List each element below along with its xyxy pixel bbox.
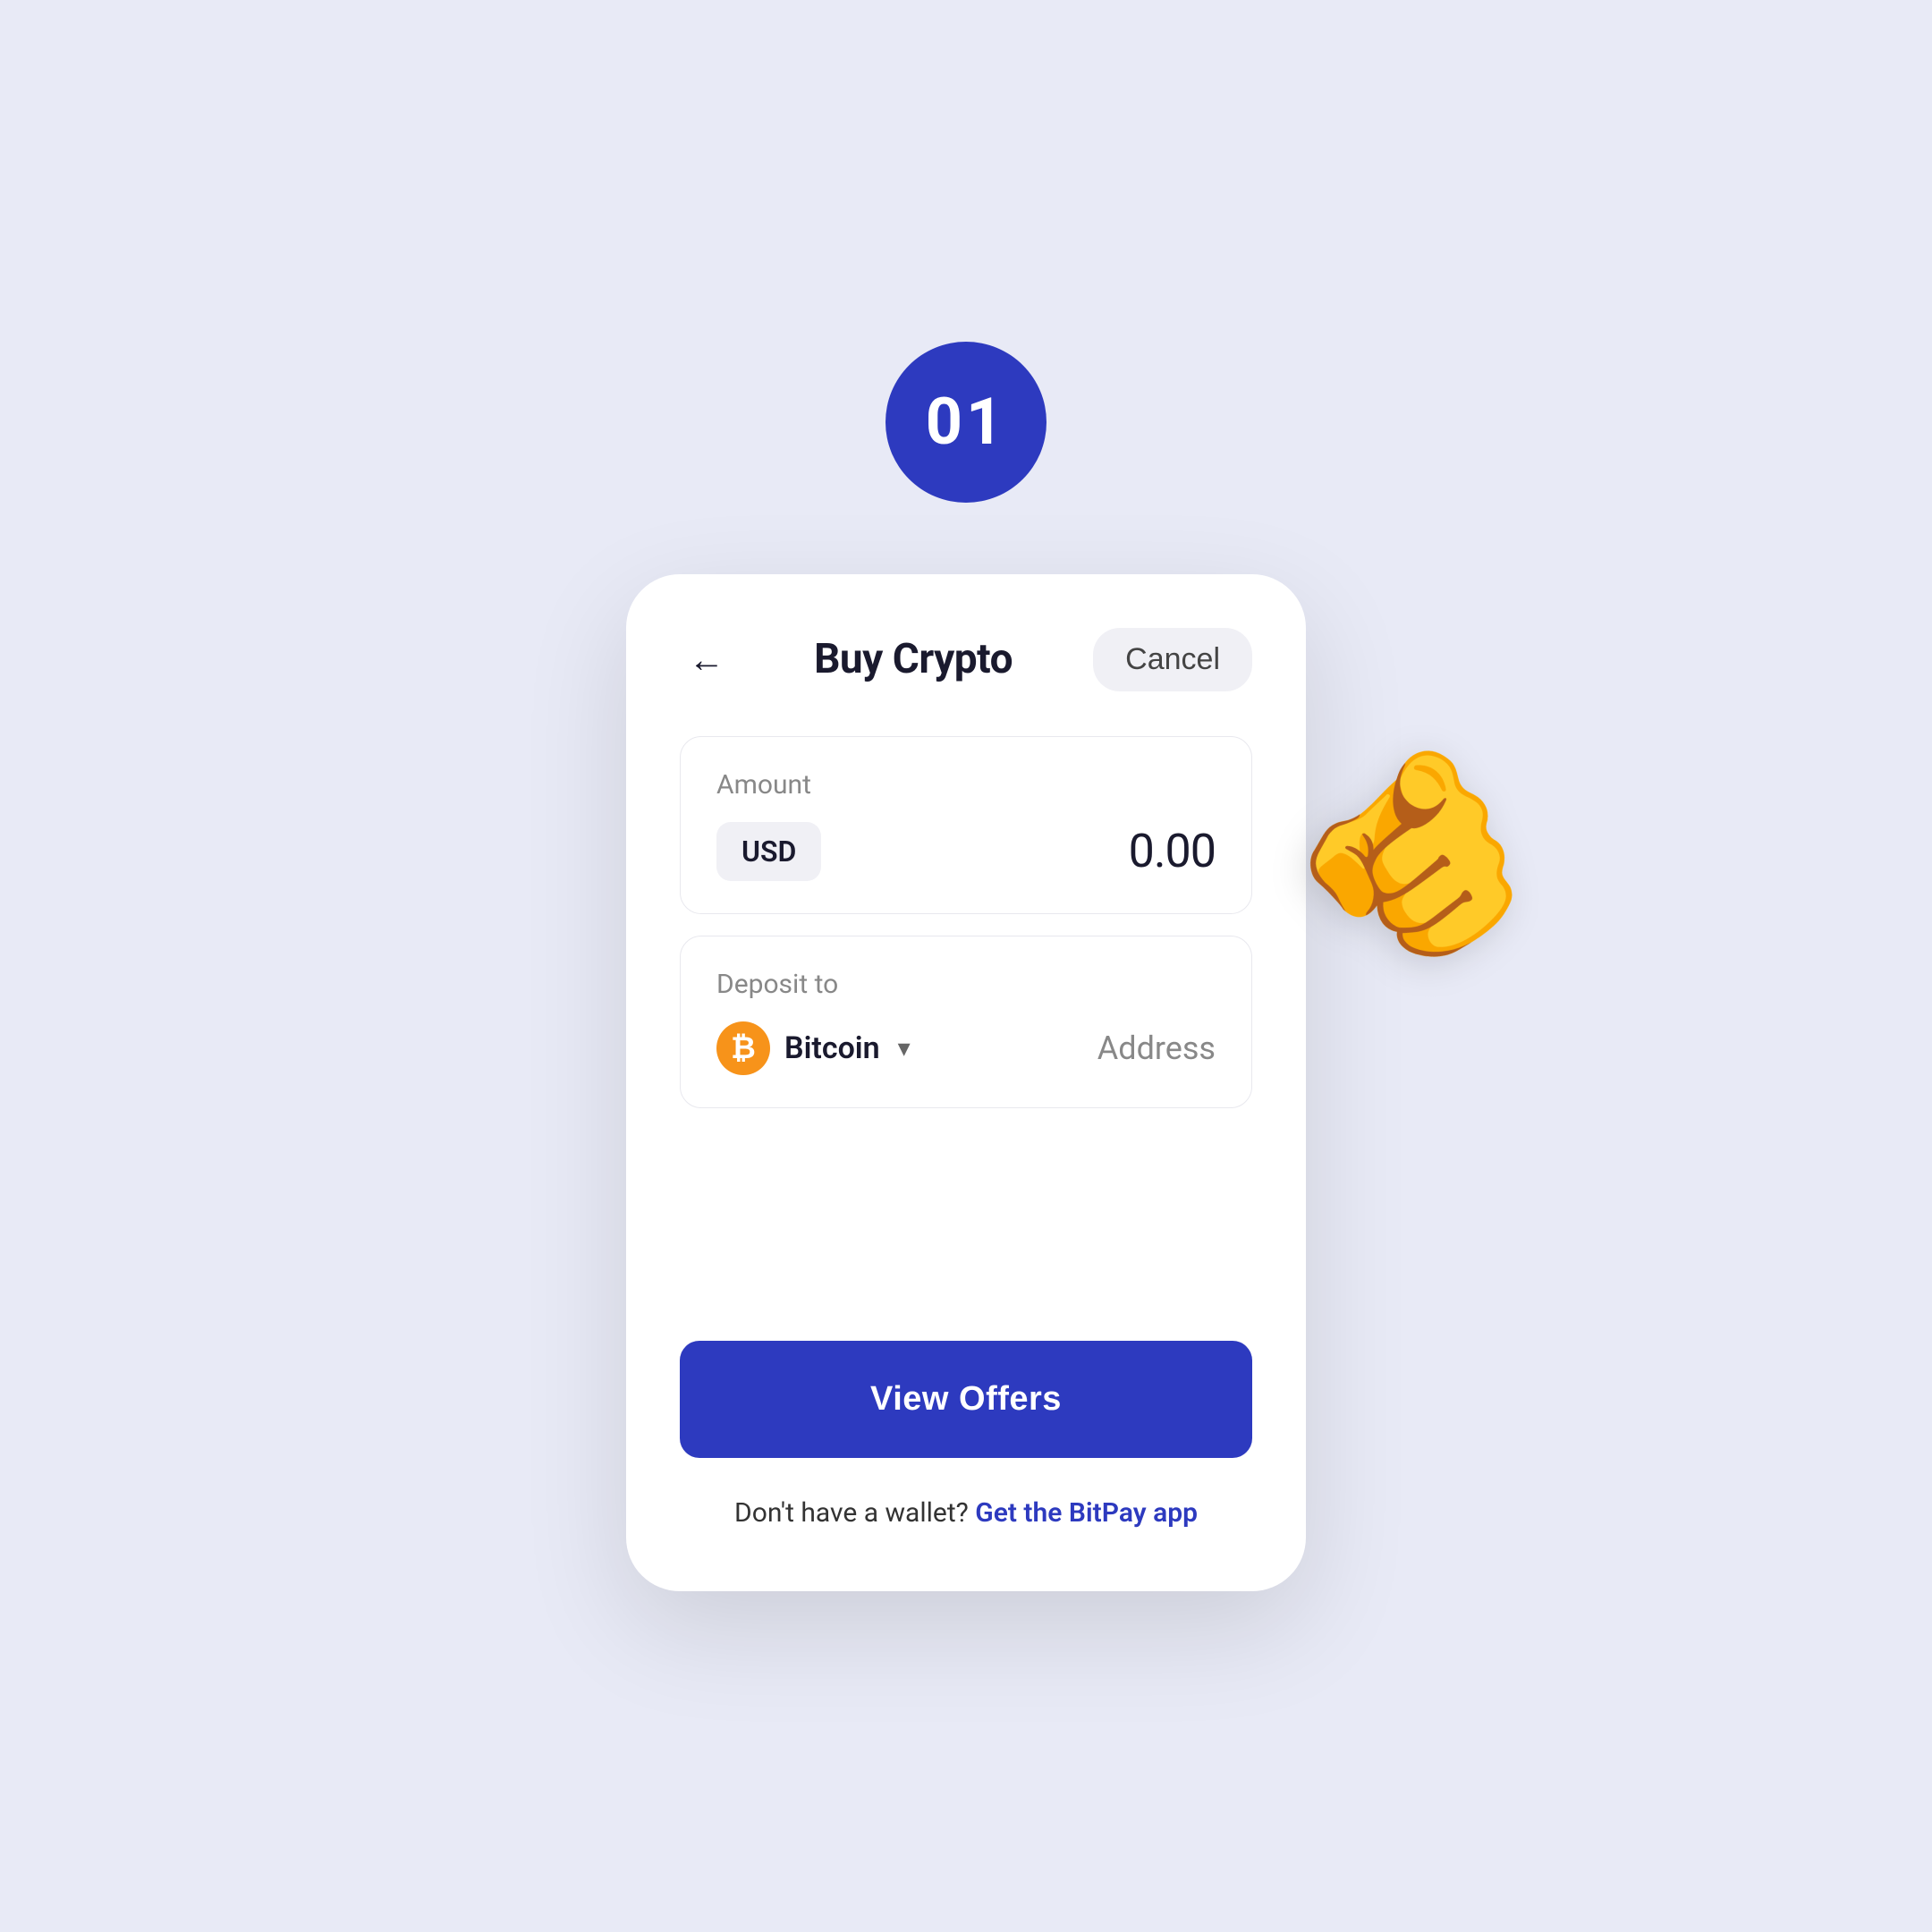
page-title: Buy Crypto [814,635,1013,683]
footer-text: Don't have a wallet? Get the BitPay app [680,1497,1252,1529]
bitcoin-icon: ₿ [716,1021,770,1075]
chevron-down-icon: ▾ [898,1033,911,1063]
deposit-card: Deposit to ₿ Bitcoin ▾ Address [680,936,1252,1108]
amount-value[interactable]: 0.00 [1129,824,1216,878]
amount-label: Amount [716,769,1216,801]
cancel-button[interactable]: Cancel [1093,628,1252,691]
step-number: 01 [926,384,1007,460]
deposit-row: ₿ Bitcoin ▾ Address [716,1021,1216,1075]
amount-row: USD 0.00 [716,822,1216,881]
page-wrapper: 01 🫵 ← Buy Crypto Cancel Amount USD 0.00 [0,0,1932,1932]
address-placeholder[interactable]: Address [1097,1030,1216,1067]
footer-static-text: Don't have a wallet? [734,1497,969,1529]
currency-badge[interactable]: USD [716,822,821,881]
crypto-selector[interactable]: ₿ Bitcoin ▾ [716,1021,911,1075]
back-button[interactable]: ← [680,632,733,686]
deposit-label: Deposit to [716,969,1216,1000]
hand-illustration: 🫵 [1278,733,1554,969]
crypto-name: Bitcoin [784,1030,880,1066]
view-offers-button[interactable]: View Offers [680,1341,1252,1458]
bitpay-app-link[interactable]: Get the BitPay app [975,1497,1198,1529]
phone-container: 🫵 ← Buy Crypto Cancel Amount USD 0.00 [626,574,1306,1591]
spacer [680,1162,1252,1341]
amount-card: Amount USD 0.00 [680,736,1252,914]
app-header: ← Buy Crypto Cancel [680,628,1252,691]
phone-card: ← Buy Crypto Cancel Amount USD 0.00 Depo… [626,574,1306,1591]
step-badge: 01 [886,342,1046,503]
back-arrow-icon: ← [689,639,724,681]
